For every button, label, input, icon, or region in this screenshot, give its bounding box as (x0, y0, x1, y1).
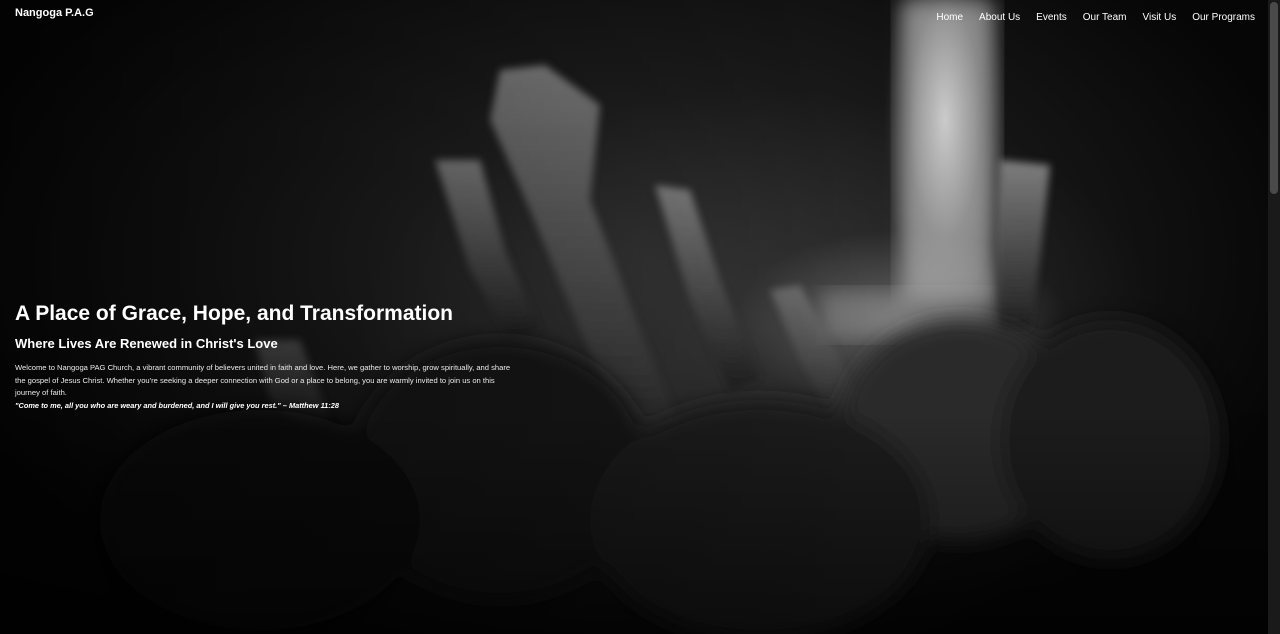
nav-item-our-team: Our Team (1083, 7, 1127, 25)
hero-welcome-text: Welcome to Nangoga PAG Church, a vibrant… (15, 363, 511, 397)
nav-link-home[interactable]: Home (936, 12, 963, 23)
scrollbar-thumb[interactable] (1270, 2, 1278, 194)
nav-item-about-us: About Us (979, 7, 1020, 25)
nav-link-about-us[interactable]: About Us (979, 12, 1020, 23)
nav-item-our-programs: Our Programs (1192, 7, 1255, 25)
page: Nangoga P.A.G Home About Us Events Our T… (0, 0, 1280, 634)
hero-bible-verse: "Come to me, all you who are weary and b… (15, 400, 339, 410)
brand-logo-link[interactable]: Nangoga P.A.G (15, 7, 94, 19)
hero-content: A Place of Grace, Hope, and Transformati… (15, 300, 515, 412)
page-scrollbar[interactable] (1268, 0, 1280, 634)
nav-link-visit-us[interactable]: Visit Us (1142, 12, 1176, 23)
navbar: Nangoga P.A.G Home About Us Events Our T… (0, 0, 1268, 26)
nav-links: Home About Us Events Our Team Visit Us O… (920, 7, 1255, 25)
nav-item-home: Home (936, 7, 963, 25)
hero-title: A Place of Grace, Hope, and Transformati… (15, 302, 453, 325)
nav-link-our-programs[interactable]: Our Programs (1192, 12, 1255, 23)
nav-item-events: Events (1036, 7, 1067, 25)
nav-link-our-team[interactable]: Our Team (1083, 12, 1127, 23)
hero-subtitle: Where Lives Are Renewed in Christ's Love (15, 336, 278, 351)
nav-link-events[interactable]: Events (1036, 12, 1067, 23)
nav-item-visit-us: Visit Us (1142, 7, 1176, 25)
